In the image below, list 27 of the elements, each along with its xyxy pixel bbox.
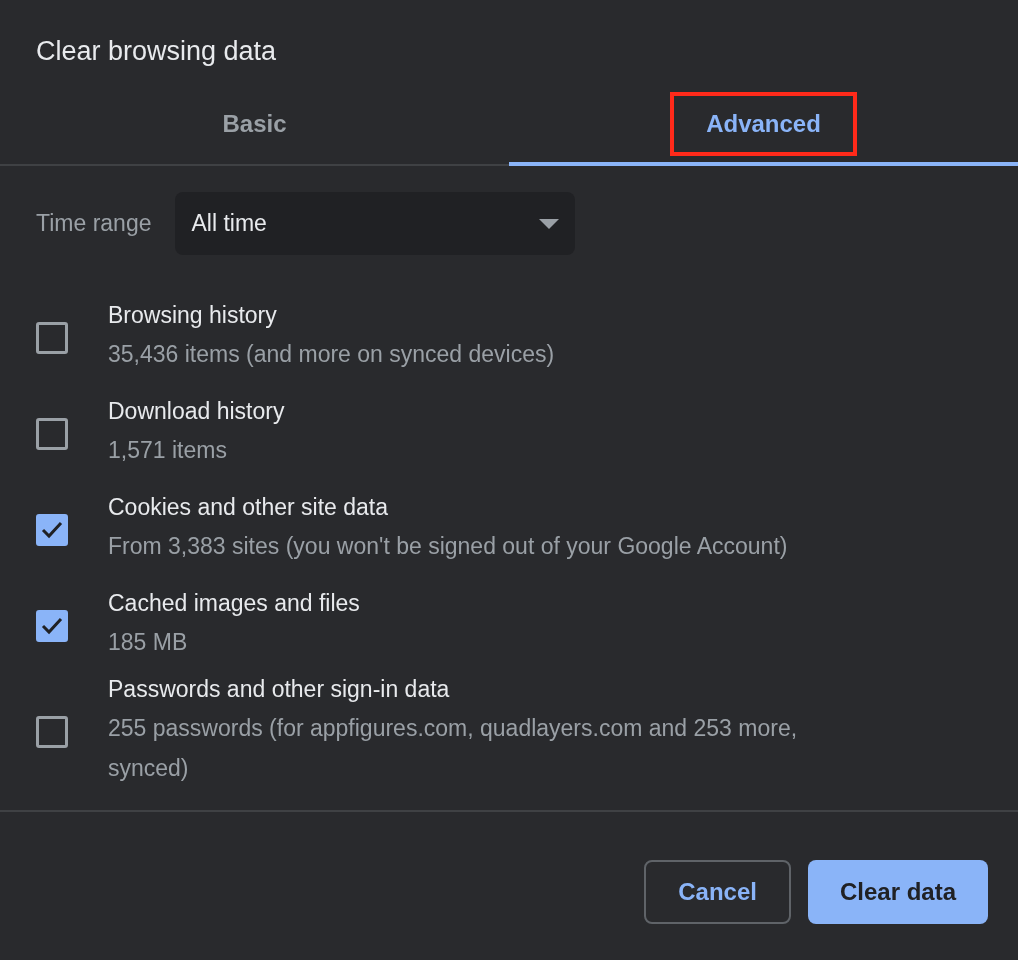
option-detail: 35,436 items (and more on synced devices)	[108, 339, 556, 369]
option-title: Passwords and other sign-in data	[108, 676, 451, 704]
option-detail: 255 passwords (for appfigures.com, quadlayers.com and 253 more, synced)	[108, 714, 799, 783]
dialog-title: Clear browsing data	[35, 35, 278, 68]
tab[interactable]: Basic	[0, 86, 509, 166]
tab-label: Basic	[221, 109, 288, 139]
clear-data-button[interactable]: Clear data	[807, 860, 988, 924]
checkbox[interactable]	[36, 716, 68, 748]
caret-icon	[539, 218, 560, 229]
option-title: Cached images and files	[108, 589, 361, 617]
option-title: Cookies and other site data	[108, 493, 389, 521]
tab[interactable]: Advanced	[509, 86, 1018, 166]
checkbox[interactable]	[36, 322, 68, 354]
cancel-button[interactable]: Cancel	[644, 860, 791, 924]
time-range-label: Time range	[36, 210, 152, 237]
option-title: Browsing history	[108, 301, 278, 329]
time-range-dropdown[interactable]: All time	[175, 192, 576, 255]
checkbox[interactable]	[36, 610, 68, 642]
checkbox[interactable]	[36, 418, 68, 450]
checkmark-icon	[41, 521, 63, 539]
option-detail: From 3,383 sites (you won't be signed out of your Google Account)	[108, 531, 789, 561]
checkbox[interactable]	[36, 514, 68, 546]
option-detail: 1,571 items	[108, 435, 228, 465]
tab-label: Advanced	[670, 92, 857, 156]
checkmark-icon	[41, 617, 63, 635]
option-title: Download history	[108, 397, 286, 425]
option-detail: 185 MB	[108, 627, 189, 657]
